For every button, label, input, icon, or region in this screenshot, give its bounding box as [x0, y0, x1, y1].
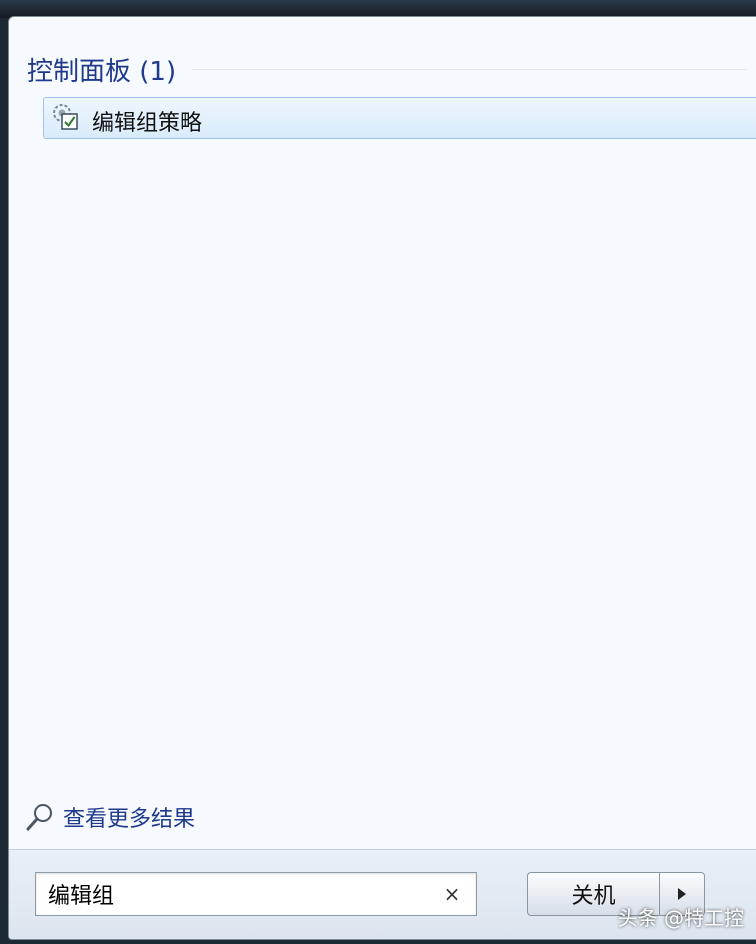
result-item-edit-group-policy[interactable]: 编辑组策略 — [43, 97, 756, 139]
group-policy-icon — [53, 104, 78, 130]
start-menu-panel: 控制面板 (1) 编辑组策略 查看更多结果 编辑组 × 关机 — [8, 16, 756, 940]
group-title: 控制面板 (1) — [27, 56, 177, 87]
search-input[interactable]: 编辑组 × — [35, 872, 477, 916]
triangle-right-icon — [678, 888, 686, 900]
search-icon — [26, 804, 52, 831]
group-divider — [192, 68, 747, 70]
clear-search-button[interactable]: × — [438, 880, 466, 908]
watermark: 头条 @特工控 — [617, 906, 744, 930]
see-more-label: 查看更多结果 — [63, 807, 196, 832]
result-item-label: 编辑组策略 — [92, 111, 203, 136]
search-input-value: 编辑组 — [48, 884, 115, 909]
see-more-results-link[interactable]: 查看更多结果 — [25, 801, 195, 833]
result-group-header: 控制面板 (1) — [27, 51, 747, 87]
